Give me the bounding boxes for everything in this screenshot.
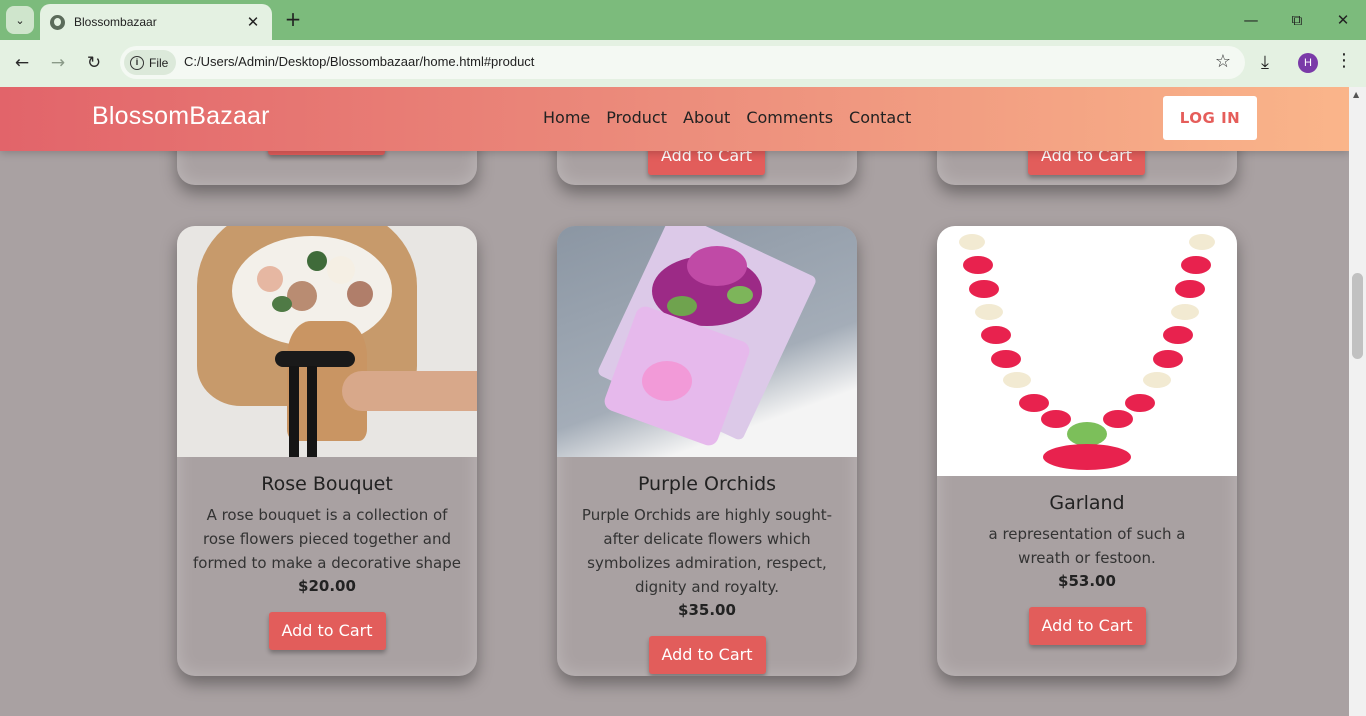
nav-comments[interactable]: Comments [746,108,833,127]
site-logo[interactable]: BlossomBazaar [92,102,270,131]
product-description: Purple Orchids are highly sought-after d… [581,506,833,596]
forward-icon[interactable]: → [44,50,72,76]
login-button[interactable]: LOG IN [1163,96,1257,140]
profile-avatar[interactable]: H [1298,53,1318,73]
url-text[interactable]: C:/Users/Admin/Desktop/Blossombazaar/hom… [184,54,534,69]
browser-tab[interactable]: Blossombazaar ✕ [40,4,272,40]
close-tab-icon[interactable]: ✕ [244,13,262,31]
product-price: $20.00 [298,577,356,595]
garland-image [937,226,1237,476]
page-scrollbar[interactable]: ▲ [1349,87,1366,716]
reload-icon[interactable]: ↻ [80,50,108,76]
add-to-cart-button[interactable]: Add to Cart [1028,607,1146,645]
product-name: Rose Bouquet [261,473,393,495]
restore-icon[interactable]: ⧉ [1282,8,1312,32]
site-info-chip[interactable]: i File [124,50,177,75]
minimize-icon[interactable]: — [1236,8,1266,32]
product-card-rose-bouquet: Rose Bouquet A rose bouquet is a collect… [177,226,477,676]
nav-about[interactable]: About [683,108,730,127]
product-description: A rose bouquet is a collection of rose f… [193,506,461,572]
nav-contact[interactable]: Contact [849,108,911,127]
product-price: $53.00 [1058,572,1116,590]
site-info-label: File [149,55,169,70]
page-viewport: Add to Cart Add to Cart BlossomBazaar Ho… [0,87,1349,716]
new-tab-button[interactable]: + [282,8,304,30]
add-to-cart-button[interactable]: Add to Cart [268,612,386,650]
product-card-garland: Garland a representation of such a wreat… [937,226,1237,676]
bookmark-star-icon[interactable]: ☆ [1215,51,1231,72]
address-bar[interactable]: i File C:/Users/Admin/Desktop/Blossombaz… [120,46,1245,79]
add-to-cart-button[interactable]: Add to Cart [648,636,766,674]
globe-icon [50,14,65,30]
purple-orchids-image [557,226,857,457]
rose-bouquet-image [177,226,477,457]
browser-menu-icon[interactable]: ⋮ [1334,50,1354,71]
scrollbar-thumb[interactable] [1352,273,1363,359]
download-icon[interactable]: ⤓ [1261,52,1269,73]
close-window-icon[interactable]: ✕ [1328,8,1358,32]
site-navbar: BlossomBazaar Home Product About Comment… [0,87,1349,151]
product-name: Garland [1049,492,1125,514]
tab-search-button[interactable]: ⌄ [6,6,34,34]
tab-title: Blossombazaar [74,15,157,29]
product-card-purple-orchids: Purple Orchids Purple Orchids are highly… [557,226,857,676]
product-description: a representation of such a wreath or fes… [988,525,1186,567]
nav-product[interactable]: Product [606,108,667,127]
info-icon: i [130,55,144,70]
product-name: Purple Orchids [637,473,777,495]
nav-home[interactable]: Home [543,108,590,127]
product-price: $35.00 [678,601,736,619]
browser-tabbar: ⌄ Blossombazaar ✕ + — ⧉ ✕ [0,0,1366,40]
scroll-up-icon[interactable]: ▲ [1353,90,1359,99]
browser-toolbar: ← → ↻ i File C:/Users/Admin/Desktop/Blos… [0,40,1366,87]
back-icon[interactable]: ← [8,50,36,76]
site-menu: Home Product About Comments Contact [543,108,911,127]
